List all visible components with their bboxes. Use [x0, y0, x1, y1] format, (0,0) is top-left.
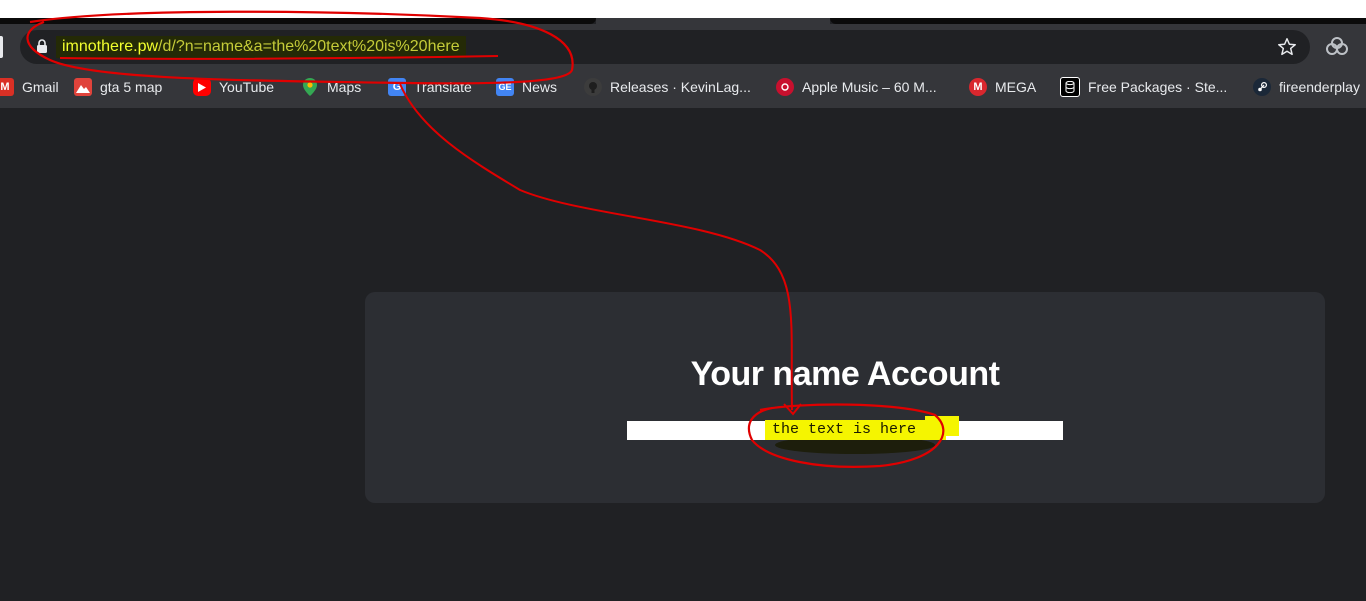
page-title: Your name Account	[690, 355, 1000, 393]
news-icon: GE	[496, 78, 514, 96]
account-card	[365, 292, 1325, 503]
bookmark-label: Gmail	[22, 79, 59, 95]
bookmark-youtube[interactable]: YouTube	[193, 76, 274, 98]
lock-icon[interactable]	[36, 39, 48, 53]
back-button-edge[interactable]	[0, 36, 3, 58]
bookmark-apple-music[interactable]: Apple Music – 60 M...	[776, 76, 937, 98]
bookmark-label: Translate	[414, 79, 472, 95]
bookmark-gta-5-map[interactable]: gta 5 map	[74, 76, 162, 98]
bookmark-translate[interactable]: G Translate	[388, 76, 472, 98]
gmail-icon: M	[0, 78, 14, 96]
bookmark-releases[interactable]: Releases · KevinLag...	[584, 76, 751, 98]
bookmark-label: gta 5 map	[100, 79, 163, 95]
mega-icon: M	[969, 78, 987, 96]
bookmark-label: Free Packages · Ste...	[1088, 79, 1228, 95]
bookmark-fireenderplay[interactable]: fireenderplay	[1253, 76, 1360, 98]
github-icon	[584, 78, 602, 96]
steam-icon	[1253, 78, 1271, 96]
bookmark-label: News	[522, 79, 558, 95]
bookmark-label: YouTube	[219, 79, 275, 95]
youtube-icon	[193, 78, 211, 96]
bookmark-news[interactable]: GE News	[496, 76, 557, 98]
database-icon	[1060, 77, 1080, 97]
bookmark-label: Maps	[327, 79, 362, 95]
maps-pin-icon	[301, 78, 319, 96]
field-value-text: the text is here	[765, 420, 947, 440]
bookmark-label: Apple Music – 60 M...	[802, 79, 937, 95]
bookmark-label: fireenderplay	[1279, 79, 1360, 95]
map-image-icon	[74, 78, 92, 96]
bookmark-mega[interactable]: M MEGA	[969, 76, 1036, 98]
url-path: /d/?n=name&a=the%20text%20is%20here	[158, 38, 460, 55]
bookmark-free-packages[interactable]: Free Packages · Ste...	[1060, 76, 1227, 98]
bookmark-label: MEGA	[995, 79, 1037, 95]
extension-icon[interactable]	[1325, 36, 1349, 58]
top-strip	[0, 0, 1366, 18]
apple-music-icon	[776, 78, 794, 96]
bookmark-gmail[interactable]: M Gmail	[0, 76, 59, 98]
url-host: imnothere.pw	[62, 38, 159, 55]
bookmark-maps[interactable]: Maps	[301, 76, 361, 98]
star-icon[interactable]	[1276, 36, 1298, 58]
url-text[interactable]: imnothere.pw/d/?n=name&a=the%20text%20is…	[56, 36, 466, 58]
translate-icon: G	[388, 78, 406, 96]
bookmark-label: Releases · KevinLag...	[610, 79, 751, 95]
